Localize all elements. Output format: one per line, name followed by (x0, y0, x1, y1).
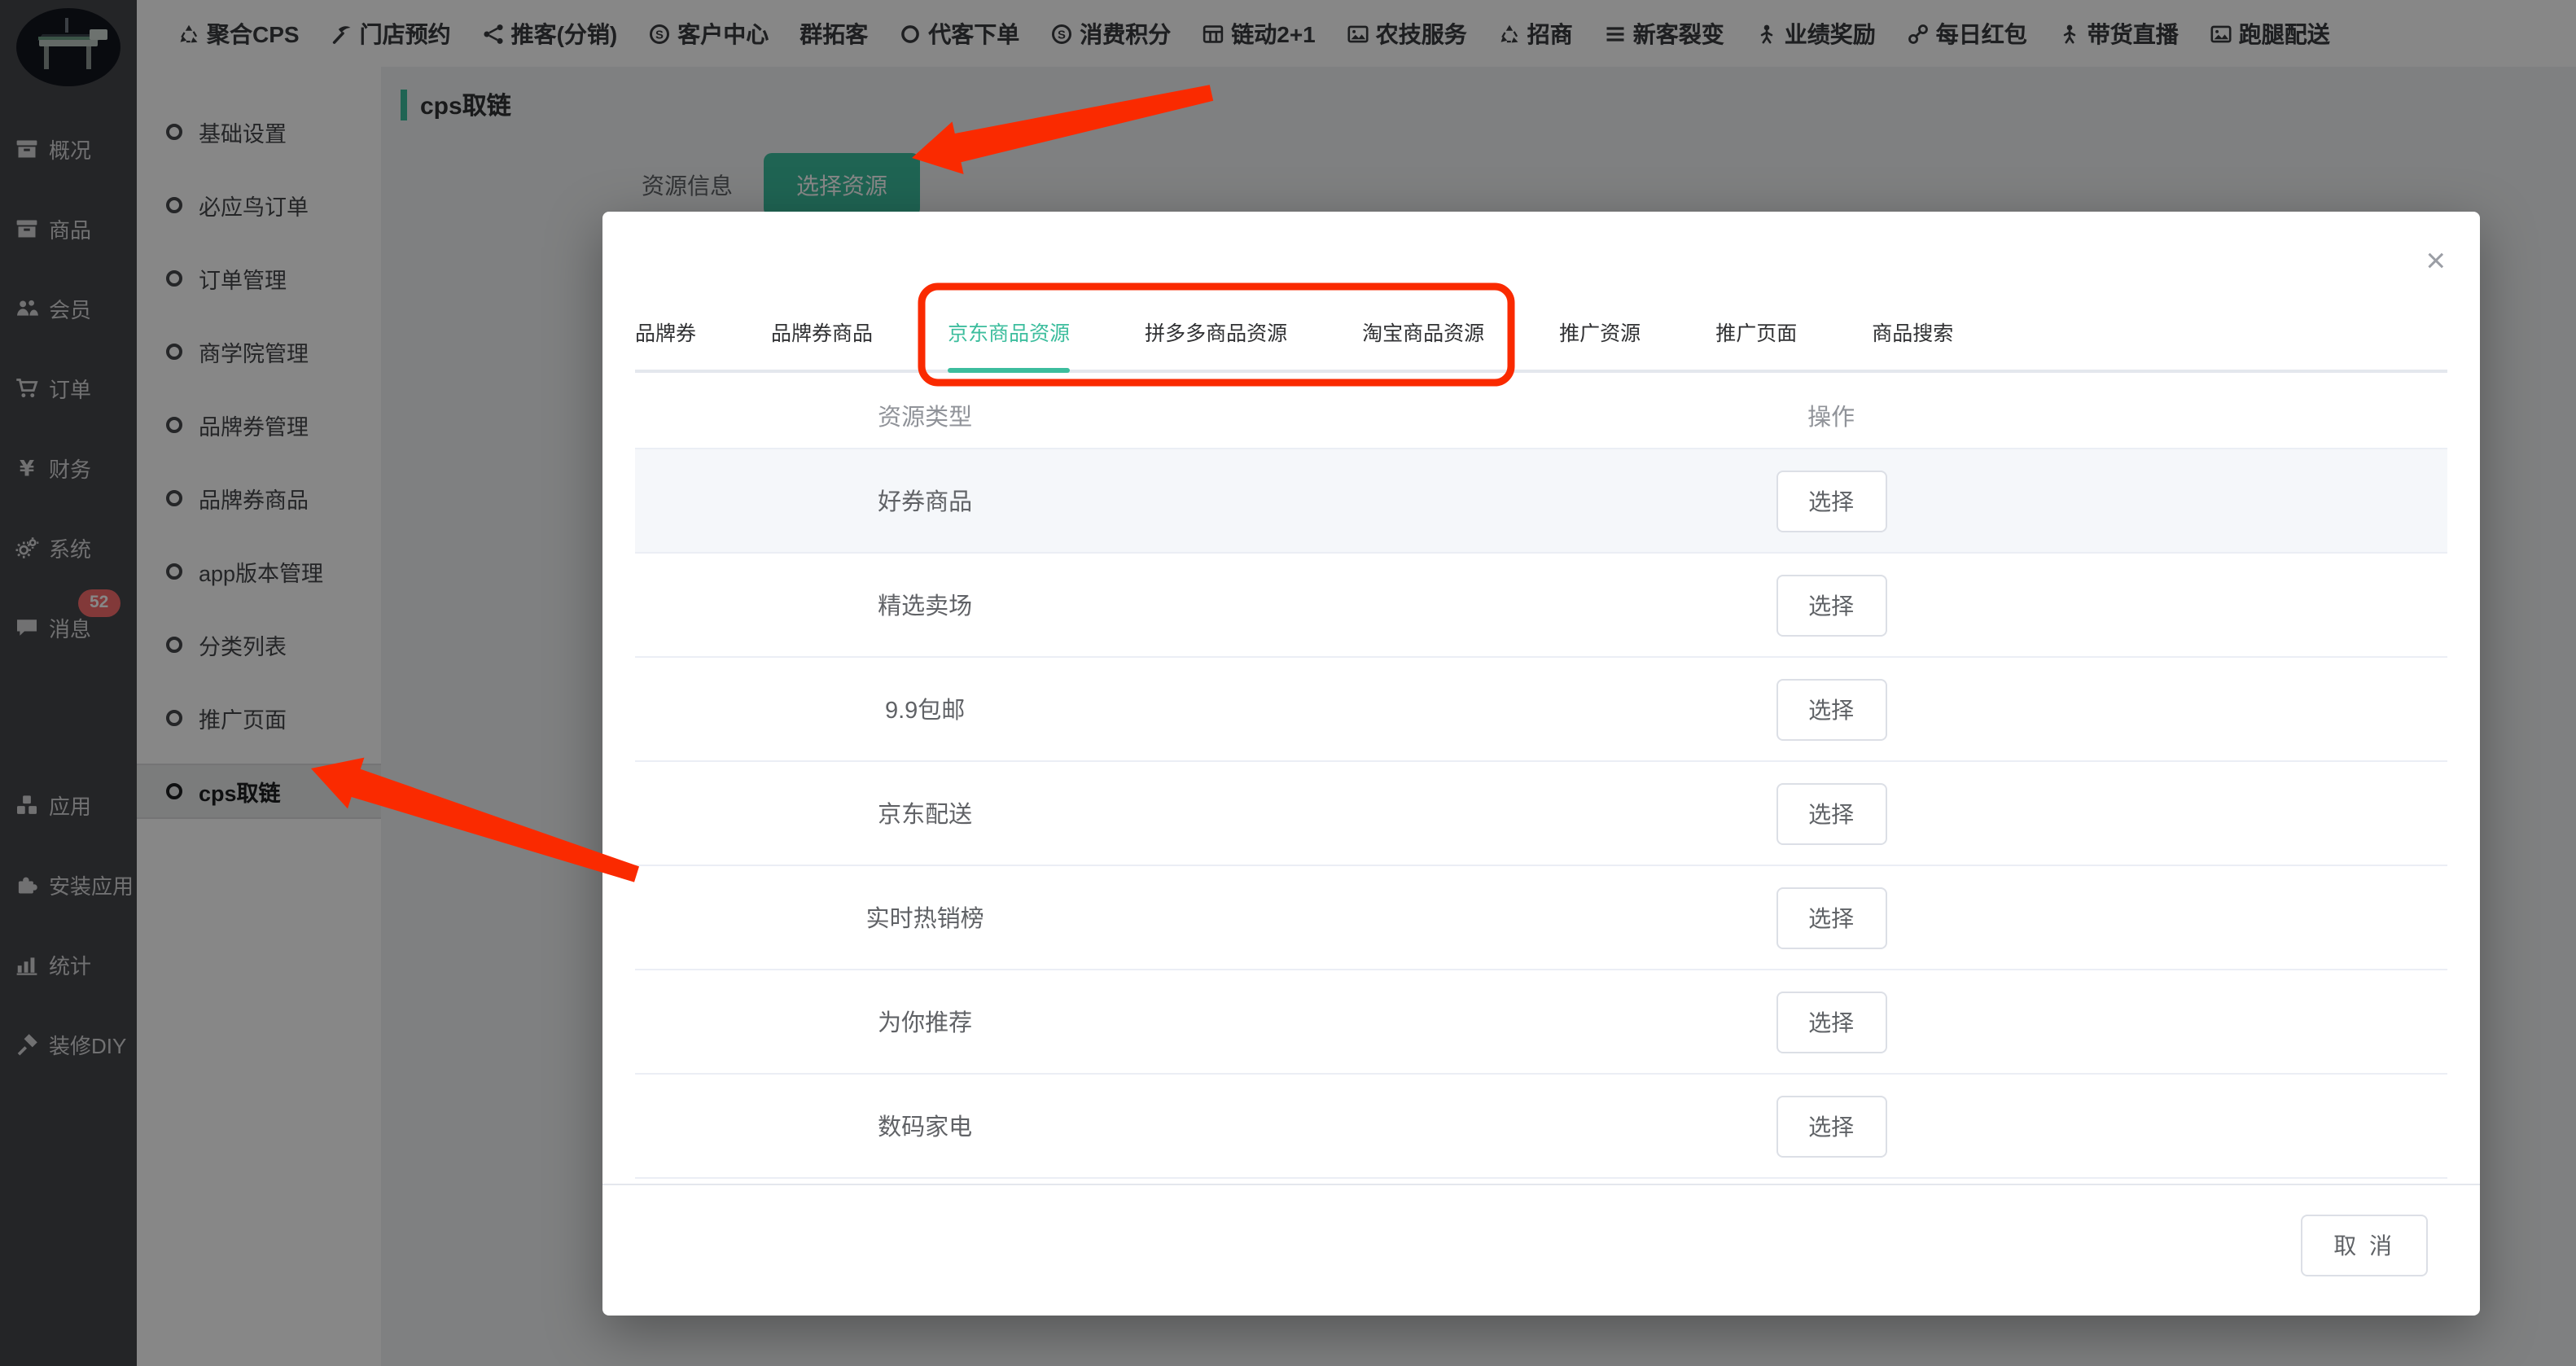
resource-type-cell: 实时热销榜 (865, 907, 984, 933)
select-button[interactable]: 选择 (1776, 574, 1887, 636)
tab-京东商品资源[interactable]: 京东商品资源 (948, 316, 1071, 373)
table-row: 数码家电 选择 (635, 1075, 2447, 1179)
resource-table: 资源类型 操作 好券商品 选择 精选卖场 选择 9.9包邮 选择 京东配送 选择 实时热销榜 选择… (635, 383, 2447, 1179)
table-header-row: 资源类型 操作 (635, 383, 2447, 449)
select-button[interactable]: 选择 (1776, 782, 1887, 844)
action-cell: 选择 (1215, 678, 2447, 740)
screenshot-viewport: 概况 商品 会员 订单 ¥ 财务 系统 消息 52 应用 安装应用 统计 装修DIY 聚合CPS 门店预约… (0, 0, 2576, 1366)
tab-商品搜索[interactable]: 商品搜索 (1872, 316, 1953, 370)
table-row: 为你推荐 选择 (635, 970, 2447, 1075)
select-button[interactable]: 选择 (1776, 470, 1887, 532)
select-button[interactable]: 选择 (1776, 1095, 1887, 1157)
tab-淘宝商品资源[interactable]: 淘宝商品资源 (1362, 316, 1484, 370)
resource-type-cell: 精选卖场 (878, 594, 973, 620)
resource-picker-modal: × 品牌券 品牌券商品 京东商品资源 拼多多商品资源 淘宝商品资源 推广资源 推广页面 商品搜… (602, 212, 2480, 1316)
table-row: 精选卖场 选择 (635, 554, 2447, 658)
tab-推广页面[interactable]: 推广页面 (1715, 316, 1797, 370)
resource-type-cell: 9.9包邮 (884, 698, 966, 725)
select-button[interactable]: 选择 (1776, 678, 1887, 740)
resource-type-cell: 为你推荐 (878, 1011, 973, 1037)
tab-推广资源[interactable]: 推广资源 (1559, 316, 1641, 370)
column-header-action: 操作 (1807, 405, 1855, 431)
action-cell: 选择 (1215, 1095, 2447, 1157)
tab-品牌券商品[interactable]: 品牌券商品 (771, 316, 873, 370)
table-row: 京东配送 选择 (635, 762, 2447, 866)
action-cell: 选择 (1215, 887, 2447, 948)
table-row: 实时热销榜 选择 (635, 866, 2447, 970)
resource-type-cell: 好券商品 (878, 490, 973, 516)
select-button[interactable]: 选择 (1776, 991, 1887, 1053)
action-cell: 选择 (1215, 470, 2447, 532)
modal-footer-divider (602, 1184, 2480, 1185)
resource-tabs: 品牌券 品牌券商品 京东商品资源 拼多多商品资源 淘宝商品资源 推广资源 推广页面 商品搜索 (635, 311, 2447, 373)
app-root: 概况 商品 会员 订单 ¥ 财务 系统 消息 52 应用 安装应用 统计 装修DIY 聚合CPS 门店预约… (0, 0, 2576, 1366)
tab-品牌券[interactable]: 品牌券 (635, 316, 696, 370)
close-icon[interactable]: × (2425, 244, 2446, 278)
table-body: 好券商品 选择 精选卖场 选择 9.9包邮 选择 京东配送 选择 实时热销榜 选择 为你推荐 选择 数码… (635, 449, 2447, 1179)
column-header-resource-type: 资源类型 (878, 405, 973, 431)
tab-拼多多商品资源[interactable]: 拼多多商品资源 (1145, 316, 1287, 370)
table-row: 9.9包邮 选择 (635, 658, 2447, 762)
action-cell: 选择 (1215, 574, 2447, 636)
action-cell: 选择 (1215, 991, 2447, 1053)
resource-type-cell: 数码家电 (878, 1115, 973, 1141)
cancel-button[interactable]: 取 消 (2301, 1215, 2428, 1276)
table-row: 好券商品 选择 (635, 449, 2447, 554)
resource-type-cell: 京东配送 (878, 803, 973, 829)
select-button[interactable]: 选择 (1776, 887, 1887, 948)
action-cell: 选择 (1215, 782, 2447, 844)
